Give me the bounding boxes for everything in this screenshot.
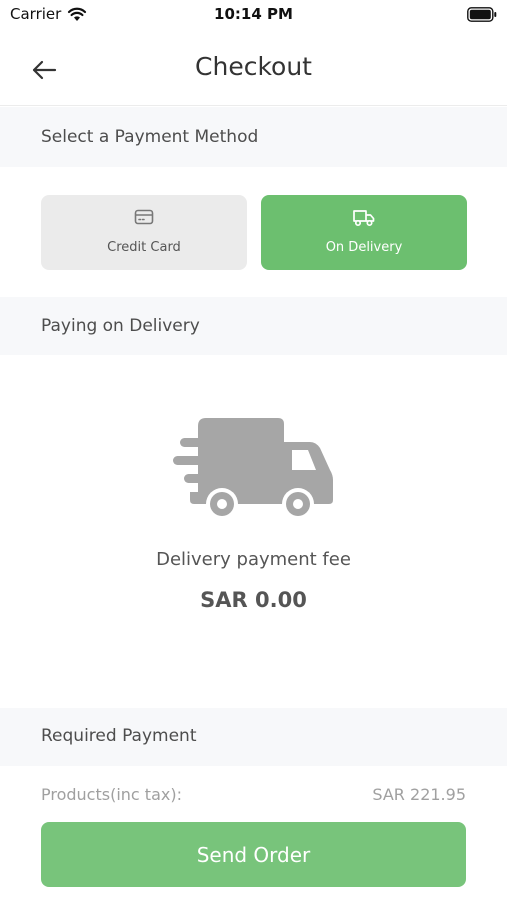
- products-value: SAR 221.95: [372, 785, 466, 804]
- truck-icon: [353, 210, 375, 227]
- paying-on-delivery-header: Paying on Delivery: [0, 297, 507, 355]
- required-payment-header: Required Payment: [0, 708, 507, 766]
- status-bar: Carrier 10:14 PM: [0, 0, 507, 32]
- delivery-fee-value: SAR 0.00: [200, 588, 307, 612]
- payment-method-header-label: Select a Payment Method: [41, 127, 259, 147]
- credit-card-icon: [134, 209, 154, 225]
- payment-option-label: On Delivery: [325, 240, 403, 255]
- navbar: Checkout: [0, 32, 507, 106]
- required-payment-label: Required Payment: [41, 726, 197, 746]
- products-label: Products(inc tax):: [41, 785, 182, 804]
- battery-icon: [467, 7, 497, 22]
- delivery-truck-icon: [173, 418, 333, 520]
- send-order-button[interactable]: Send Order: [41, 822, 466, 887]
- products-row: Products(inc tax): SAR 221.95: [41, 785, 466, 804]
- payment-option-credit-card[interactable]: Credit Card: [41, 195, 247, 270]
- paying-on-delivery-label: Paying on Delivery: [41, 316, 200, 336]
- page-title: Checkout: [195, 52, 312, 81]
- payment-option-label: Credit Card: [107, 240, 181, 255]
- payment-option-on-delivery[interactable]: On Delivery: [261, 195, 467, 270]
- payment-method-header: Select a Payment Method: [0, 107, 507, 167]
- delivery-fee-label: Delivery payment fee: [156, 549, 351, 570]
- status-time: 10:14 PM: [214, 5, 293, 23]
